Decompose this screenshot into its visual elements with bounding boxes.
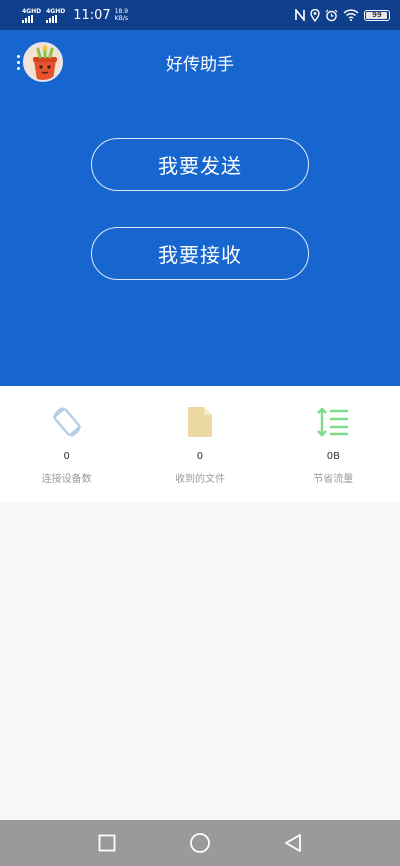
system-nav-bar <box>0 820 400 866</box>
signal-sim1: 4GHD <box>22 8 41 23</box>
stats-panel: 0 连接设备数 0 收到的文件 0B 节省流量 <box>0 386 400 502</box>
back-icon[interactable] <box>281 831 305 855</box>
stat-value: 0 <box>63 451 70 462</box>
wifi-icon <box>343 9 359 21</box>
stat-label: 收到的文件 <box>174 474 225 485</box>
battery-level: 99 <box>372 11 382 19</box>
battery-icon: 99 <box>364 9 390 21</box>
nfc-icon <box>295 9 305 21</box>
traffic-icon <box>313 404 353 440</box>
page-title: 好传助手 <box>166 55 234 75</box>
stat-label: 节省流量 <box>313 474 354 485</box>
recent-apps-icon[interactable] <box>95 831 119 855</box>
send-button[interactable]: 我要发送 <box>91 138 309 191</box>
stat-value: 0 <box>196 451 204 462</box>
stat-label: 连接设备数 <box>41 474 92 485</box>
alarm-icon <box>325 9 338 21</box>
signal-bars-icon <box>22 14 33 23</box>
stat-received-files: 0 收到的文件 <box>133 386 266 502</box>
signal-sim2: 4GHD <box>46 8 65 23</box>
hero-panel: 好传助手 我要发送 我要接收 <box>0 30 400 386</box>
signal-sim1-label: 4GHD <box>22 7 42 15</box>
clock: 11:07 <box>73 7 111 23</box>
file-icon <box>180 404 220 440</box>
signal-sim2-label: 4GHD <box>46 7 66 15</box>
status-bar: 4GHD 4GHD 11:07 18.9 KB/s 99 <box>0 0 400 30</box>
network-speed-value: 18.9 <box>114 8 129 15</box>
location-icon <box>310 8 320 22</box>
stat-saved-traffic: 0B 节省流量 <box>267 386 400 502</box>
stat-connected-devices: 0 连接设备数 <box>0 386 133 502</box>
home-icon[interactable] <box>188 831 212 855</box>
network-speed: 18.9 KB/s <box>115 8 128 22</box>
signal-bars-icon <box>46 14 58 23</box>
network-speed-unit: KB/s <box>114 15 128 22</box>
status-icons: 99 <box>295 8 390 22</box>
stat-value: 0B <box>326 451 340 462</box>
rotate-device-icon <box>47 404 87 440</box>
receive-button[interactable]: 我要接收 <box>91 227 309 280</box>
